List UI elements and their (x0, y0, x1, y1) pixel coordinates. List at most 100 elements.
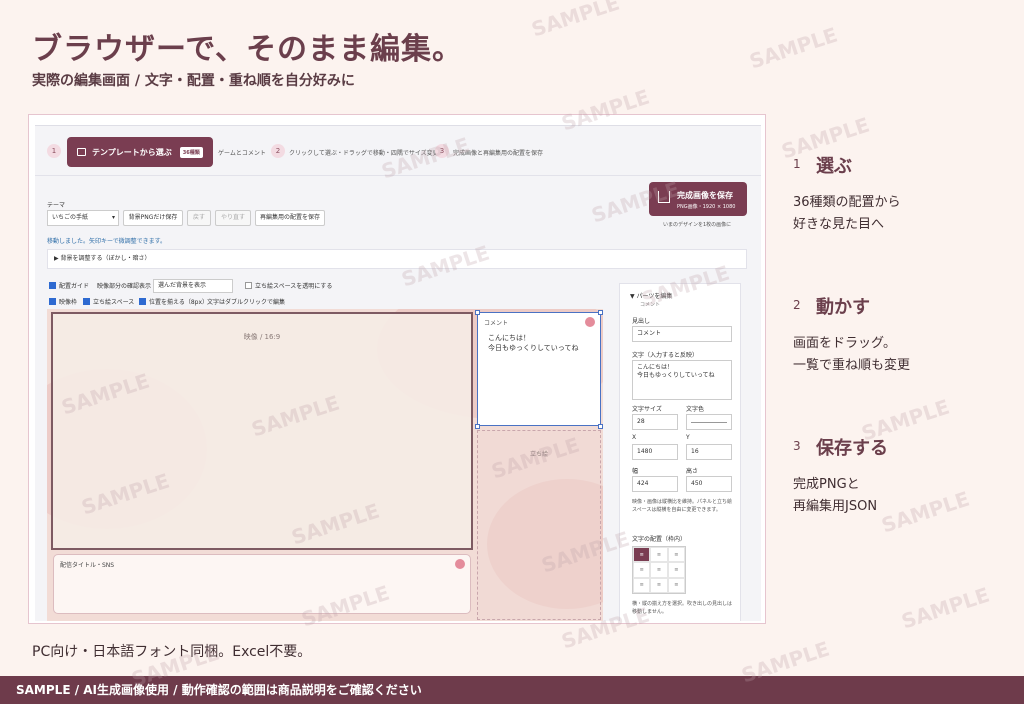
step-3-text: 完成画像と再編集用の配置を保存 (453, 150, 544, 157)
align-checkbox[interactable]: 位置を揃える（8px） (139, 297, 208, 306)
guide-check-box[interactable] (49, 282, 56, 289)
height-label: 高さ (686, 468, 699, 475)
video-frame-label: 映像 / 16:9 (243, 333, 281, 341)
bg-adjust-toggle[interactable]: ▶ 背景を調整する（ぼかし・暗さ） (47, 249, 747, 269)
editor-app: 1 テンプレートから選ぶ 36種類 ゲームとコメント 2 クリックして選ぶ・ドラ… (35, 125, 761, 621)
preview-label-text: 映像部分の確認表示 (97, 283, 152, 290)
y-input[interactable]: 16 (686, 444, 732, 460)
align-cell[interactable]: ≡ (650, 547, 668, 563)
resize-handle[interactable] (598, 310, 603, 315)
side-step-3-title: 保存する (816, 438, 888, 459)
align-cell[interactable]: ≡ (667, 562, 685, 578)
width-input[interactable]: 424 (632, 476, 678, 492)
sample-watermark: SAMPLE (528, 0, 623, 42)
width-label: 幅 (632, 468, 639, 475)
comment-body: こんにちは！ 今日もゆっくりしていってね (488, 334, 579, 352)
sample-watermark: SAMPLE (746, 22, 841, 74)
step-2-number: 2 (271, 144, 285, 158)
theme-select[interactable]: いちごの手紙 (47, 210, 119, 226)
redo-button[interactable]: やり直す (215, 210, 251, 226)
dblclick-hint-text: 文字はダブルクリックで編集 (207, 299, 286, 306)
page-subline: 実際の編集画面 / 文字・配置・重ね順を自分好みに (32, 73, 355, 89)
align-cell[interactable]: ≡ (667, 577, 685, 593)
align-cell[interactable]: ≡ (633, 547, 651, 563)
resize-handle[interactable] (598, 424, 603, 429)
height-input[interactable]: 450 (686, 476, 732, 492)
bottom-disclaimer-bar: SAMPLE / AI生成画像使用 / 動作確認の範囲は商品説明をご確認ください (0, 676, 1024, 704)
align-cell[interactable]: ≡ (633, 577, 651, 593)
video-frame-checkbox[interactable]: 映像枠 (49, 297, 77, 306)
y-label: Y (686, 434, 690, 441)
side-step-1-description: 36種類の配置から 好きな見た目へ (793, 192, 993, 236)
panel-header[interactable]: ▼ パーツを編集 (630, 291, 672, 300)
panel-part-name: コメント (640, 302, 661, 308)
step-3-number: 3 (435, 144, 449, 158)
heading-input[interactable]: コメント (632, 326, 732, 342)
monitor-icon (77, 148, 86, 156)
side-step-1-title: 選ぶ (816, 156, 852, 177)
align-check-box[interactable] (139, 298, 146, 305)
step-game-comment: ゲームとコメント (218, 150, 266, 157)
side-step-2-line: 一覧で重ね順も変更 (793, 358, 911, 373)
align-cell[interactable]: ≡ (650, 577, 668, 593)
text-align-grid[interactable]: ≡ ≡ ≡ ≡ ≡ ≡ ≡ ≡ ≡ (632, 546, 686, 594)
title-sns-label: 配信タイトル・SNS (60, 562, 115, 569)
download-icon (658, 191, 670, 203)
status-message: 移動しました。矢印キーで微調整できます。 (47, 238, 167, 245)
resize-handle[interactable] (475, 310, 480, 315)
text-input[interactable]: こんにちは！ 今日もゆっくりしていってね (632, 360, 732, 400)
align-cell[interactable]: ≡ (633, 562, 651, 578)
page-headline: ブラウザーで、そのまま編集。 (32, 32, 463, 67)
guide-checkbox[interactable]: 配置ガイド (49, 281, 89, 290)
step-bar: 1 テンプレートから選ぶ 36種類 ゲームとコメント 2 クリックして選ぶ・ドラ… (35, 126, 761, 176)
font-size-label: 文字サイズ (632, 406, 662, 413)
side-step-2-title: 動かす (816, 297, 870, 318)
stand-space-check-box[interactable] (83, 298, 90, 305)
video-frame-area[interactable]: 映像 / 16:9 (51, 312, 473, 550)
stand-area-label: 立ち絵 (529, 451, 548, 458)
side-step-3-description: 完成PNGと 再編集用JSON (793, 474, 993, 518)
parts-edit-panel: ▼ パーツを編集 コメント 見出し コメント 文字（入力すると反映） こんにちは… (619, 283, 741, 621)
save-final-image-button[interactable]: 完成画像を保存 PNG画像・1920 × 1080 (649, 182, 747, 216)
stand-space-label: 立ち絵スペース (93, 299, 135, 306)
align-cell[interactable]: ≡ (650, 562, 668, 578)
preview-label: 映像部分の確認表示 (97, 281, 151, 290)
comment-box[interactable]: コメント こんにちは！ 今日もゆっくりしていってね (477, 312, 601, 426)
template-select-button[interactable]: テンプレートから選ぶ 36種類 (67, 137, 213, 167)
stand-space-checkbox[interactable]: 立ち絵スペース (83, 297, 134, 306)
align-label: 位置を揃える（8px） (149, 299, 208, 306)
side-step-1-number: 1 (793, 157, 801, 171)
footer-note: PC向け・日本語フォント同梱。Excel不要。 (32, 644, 312, 660)
x-input[interactable]: 1480 (632, 444, 678, 460)
transparent-label: 立ち絵スペースを透明にする (255, 283, 333, 290)
resize-handle[interactable] (475, 424, 480, 429)
preview-select[interactable]: 選んだ背景を表示 (153, 279, 233, 293)
save-layout-button[interactable]: 再編集用の配置を保存 (255, 210, 325, 226)
template-button-label: テンプレートから選ぶ (92, 147, 172, 157)
transparent-check-box[interactable] (245, 282, 252, 289)
layout-canvas[interactable]: 映像 / 16:9 コメント こんにちは！ 今日もゆっくりしていってね 立ち絵 … (47, 309, 603, 621)
bg-png-save-button[interactable]: 背景PNGだけ保存 (123, 210, 183, 226)
template-count-badge: 36種類 (179, 146, 203, 158)
editor-screenshot: 1 テンプレートから選ぶ 36種類 ゲームとコメント 2 クリックして選ぶ・ドラ… (28, 114, 766, 624)
side-step-2-line: 画面をドラッグ。 (793, 336, 896, 351)
transparent-checkbox[interactable]: 立ち絵スペースを透明にする (245, 281, 332, 290)
guide-label: 配置ガイド (59, 283, 90, 290)
dblclick-hint: 文字はダブルクリックで編集 (207, 297, 285, 306)
video-frame-label: 映像枠 (59, 299, 78, 306)
align-cell[interactable]: ≡ (667, 547, 685, 563)
video-frame-check-box[interactable] (49, 298, 56, 305)
side-step-2-number: 2 (793, 298, 801, 312)
heading-label: 見出し (632, 318, 651, 325)
color-picker[interactable] (686, 414, 732, 430)
text-label: 文字（入力すると反映） (632, 352, 699, 359)
stand-area[interactable]: 立ち絵 (477, 430, 601, 620)
step-1-number: 1 (47, 144, 61, 158)
save-final-sub: PNG画像・1920 × 1080 (677, 204, 736, 210)
color-label: 文字色 (686, 406, 705, 413)
font-size-input[interactable]: 28 (632, 414, 678, 430)
save-note: いまのデザインを1枚の画像に (663, 222, 732, 228)
undo-button[interactable]: 戻す (187, 210, 211, 226)
title-sns-box[interactable]: 配信タイトル・SNS (53, 554, 471, 614)
sample-watermark: SAMPLE (898, 582, 993, 634)
